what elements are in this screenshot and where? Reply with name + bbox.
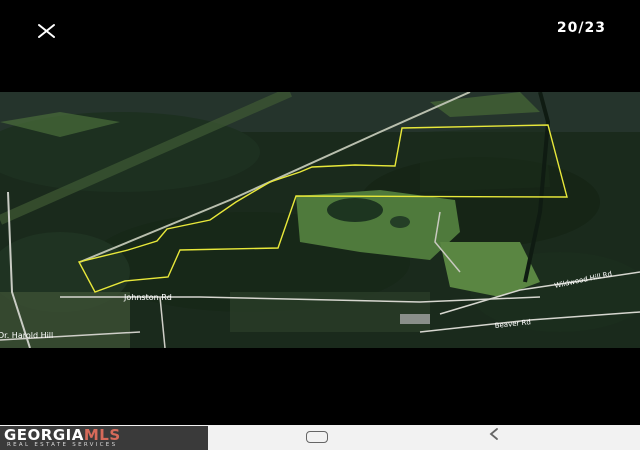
road-label-left-bottom: Dr. Harold Hill [0, 331, 53, 340]
road-label-johnston: Johnston Rd [123, 293, 172, 302]
watermark-tagline: REAL ESTATE SERVICES [7, 442, 118, 448]
close-button[interactable] [34, 18, 60, 44]
back-button[interactable] [488, 426, 500, 446]
georgia-mls-watermark: GEORGIAMLS REAL ESTATE SERVICES [0, 426, 208, 450]
aerial-photo[interactable]: Johnston Rd Dr. Harold Hill Wildwood Hil… [0, 92, 640, 348]
photo-counter: 20/23 [556, 20, 606, 36]
home-button[interactable] [306, 431, 328, 443]
aerial-map-image: Johnston Rd Dr. Harold Hill Wildwood Hil… [0, 92, 640, 348]
close-icon [38, 24, 55, 38]
viewer-top-bar: 20/23 [0, 0, 640, 60]
chevron-left-icon [489, 428, 498, 440]
watermark-brand: GEORGIAMLS [4, 427, 121, 443]
